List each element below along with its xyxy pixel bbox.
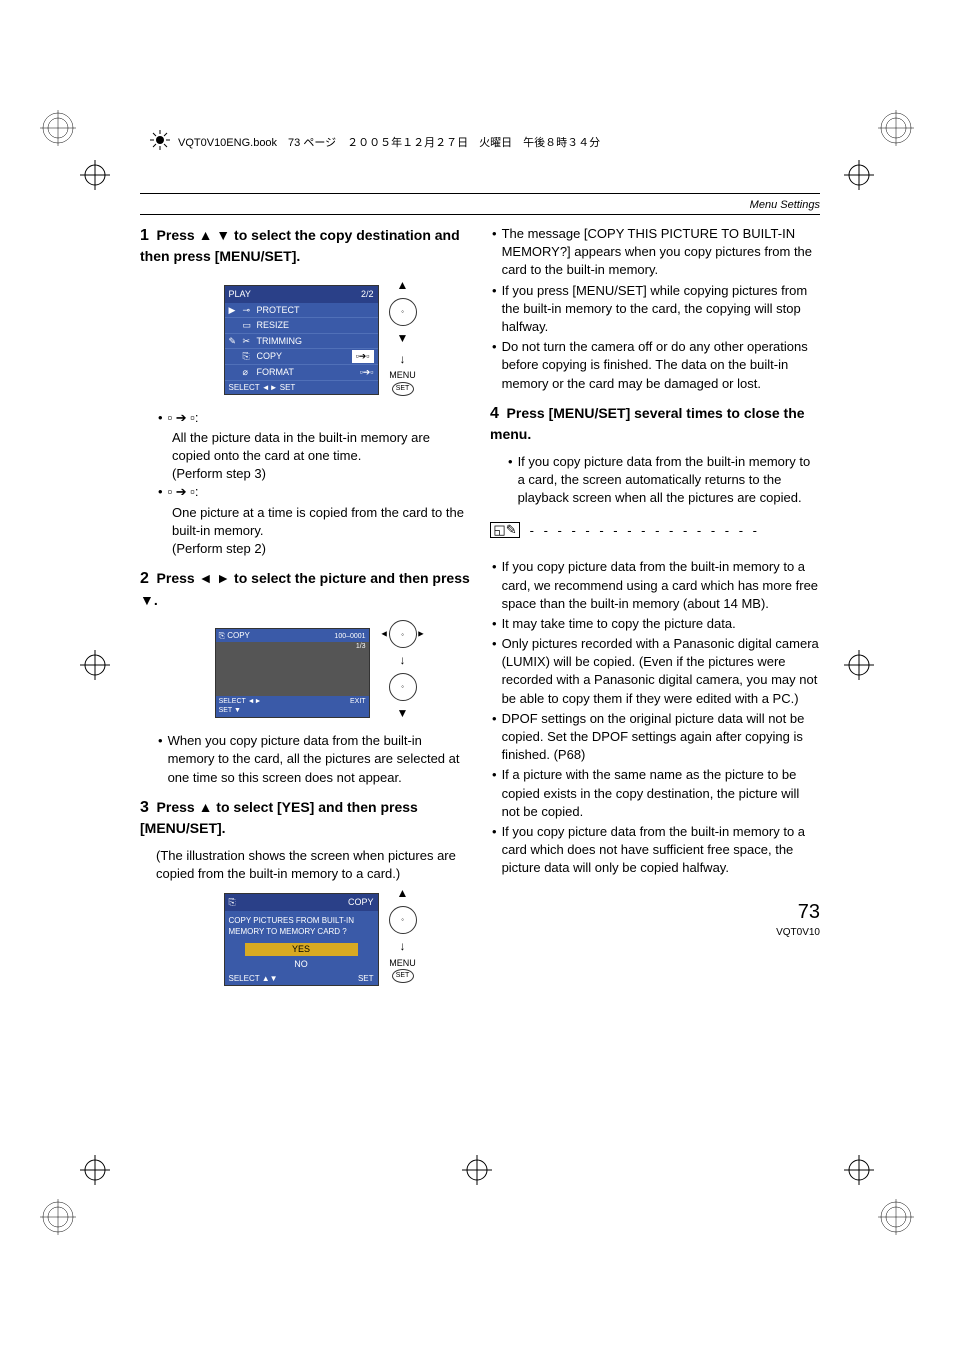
- meta-line: 1/3: [334, 642, 365, 652]
- header-text: VQT0V10ENG.book 73 ページ ２００５年１２月２７日 火曜日 午…: [178, 134, 600, 150]
- menu-item: FORMAT: [257, 366, 294, 379]
- step-title: Press ◄ ► to select the picture and then…: [140, 570, 470, 607]
- dpad-icon: ◦: [389, 673, 417, 701]
- bullet-text: (Perform step 3): [172, 465, 470, 483]
- menu-footer: SELECT ◄► SET: [229, 382, 296, 393]
- dpad-icon: ◦: [389, 298, 417, 326]
- meta-line: 100–0001: [334, 632, 365, 642]
- footer-text: SET: [358, 973, 374, 984]
- bullet-text: DPOF settings on the original picture da…: [502, 710, 820, 765]
- step-number: 1: [140, 227, 149, 244]
- crosshair-icon: [462, 1155, 492, 1188]
- arrow-down-icon: ▼: [397, 330, 409, 347]
- dpad-icon: ◦: [389, 906, 417, 934]
- confirm-message: COPY PICTURES FROM BUILT-IN MEMORY TO ME…: [225, 911, 378, 941]
- arrow-down-icon: ↓: [400, 652, 406, 669]
- confirm-screen: ⎘ COPY COPY PICTURES FROM BUILT-IN MEMOR…: [224, 893, 379, 986]
- bullet-text: If you copy picture data from the built-…: [502, 558, 820, 613]
- confirm-header: COPY: [348, 896, 374, 909]
- bullet-text: If you copy picture data from the built-…: [502, 823, 820, 878]
- menu-item: TRIMMING: [257, 335, 303, 348]
- menu-item: PROTECT: [257, 304, 300, 317]
- bullet-text: When you copy picture data from the buil…: [168, 732, 470, 787]
- right-column: •The message [COPY THIS PICTURE TO BUILT…: [490, 225, 820, 996]
- bullet-text: One picture at a time is copied from the…: [172, 504, 470, 540]
- page-number: 73 VQT0V10: [490, 898, 820, 940]
- divider: [140, 193, 820, 194]
- dpad-column: ▲ ◦ ↓ MENU SET: [389, 883, 417, 983]
- no-option: NO: [245, 958, 358, 971]
- bullet-text: (Perform step 2): [172, 540, 470, 558]
- step-subtext: (The illustration shows the screen when …: [156, 847, 470, 883]
- copy-preview-screen: ⎘ COPY 100–0001 1/3 SELECT ◄►SET ▼ EXIT: [215, 628, 370, 718]
- step-4: 4 Press [MENU/SET] several times to clos…: [490, 403, 820, 445]
- bullet-text: Only pictures recorded with a Panasonic …: [502, 635, 820, 708]
- step-number: 4: [490, 405, 499, 422]
- arrow-up-icon: ▲: [397, 277, 409, 294]
- bullet: •▫ ➔ ▫:: [158, 409, 470, 427]
- arrow-left-icon: ◄◦►: [380, 618, 426, 650]
- crosshair-icon: [844, 1155, 874, 1188]
- step-1: 1 Press ▲ ▼ to select the copy destinati…: [140, 225, 470, 267]
- bullet-text: It may take time to copy the picture dat…: [502, 615, 736, 633]
- bullet: •▫ ➔ ▫:: [158, 483, 470, 501]
- note-icon: ◱✎: [490, 522, 520, 538]
- set-button-icon: SET: [392, 382, 414, 396]
- yes-option: YES: [245, 943, 358, 956]
- registration-mark-icon: [40, 1199, 76, 1238]
- step-3: 3 Press ▲ to select [YES] and then press…: [140, 797, 470, 839]
- step-2: 2 Press ◄ ► to select the picture and th…: [140, 568, 470, 610]
- page-num-code: VQT0V10: [490, 926, 820, 940]
- book-header: VQT0V10ENG.book 73 ページ ２００５年１２月２７日 火曜日 午…: [140, 130, 820, 163]
- crosshair-icon: [844, 160, 874, 193]
- footer-text: SELECT ▲▼: [229, 973, 278, 984]
- footer-text: EXIT: [350, 697, 366, 717]
- bullet-text: The message [COPY THIS PICTURE TO BUILT-…: [502, 225, 820, 280]
- step-title: Press ▲ to select [YES] and then press […: [140, 799, 418, 836]
- step-number: 3: [140, 799, 149, 816]
- dpad-column: ◄◦► ↓ ◦ ▼: [380, 618, 426, 724]
- menu-header-right: 2/2: [361, 288, 374, 301]
- registration-mark-icon: [40, 110, 76, 149]
- arrow-down-icon: ▼: [397, 705, 409, 722]
- crosshair-icon: [80, 1155, 110, 1188]
- bullet-text: All the picture data in the built-in mem…: [172, 429, 470, 465]
- arrow-down-icon: ↓: [400, 938, 406, 955]
- dpad-column: ▲ ◦ ▼ ↓ MENU SET: [389, 275, 417, 396]
- divider: [140, 214, 820, 215]
- step-title: Press [MENU/SET] several times to close …: [490, 405, 805, 442]
- bullet: •When you copy picture data from the bui…: [158, 732, 470, 787]
- step-number: 2: [140, 570, 149, 587]
- copy-label: COPY: [227, 631, 250, 640]
- menu-label: MENU: [389, 957, 416, 970]
- crosshair-icon: [844, 650, 874, 683]
- menu-item: RESIZE: [257, 319, 290, 332]
- footer-text: SELECT ◄►: [219, 698, 262, 705]
- footer-text: SET ▼: [219, 707, 241, 714]
- divider-dashes: - - - - - - - - - - - - - - - - -: [530, 522, 760, 540]
- menu-item: COPY: [257, 350, 283, 363]
- left-column: 1 Press ▲ ▼ to select the copy destinati…: [140, 225, 470, 996]
- play-menu-screen: PLAY 2/2 ▶⊸PROTECT ▭RESIZE ✎✂TRIMMING ⎘C…: [224, 285, 379, 395]
- arrow-up-icon: ▲: [397, 885, 409, 902]
- page-num-big: 73: [490, 898, 820, 926]
- registration-mark-icon: [878, 110, 914, 149]
- step-title: Press ▲ ▼ to select the copy destination…: [140, 227, 460, 264]
- bullet-text: Do not turn the camera off or do any oth…: [502, 338, 820, 393]
- sunburst-icon: [150, 130, 170, 153]
- bullet-text: If a picture with the same name as the p…: [502, 766, 820, 821]
- menu-header-left: PLAY: [229, 288, 251, 301]
- set-button-icon: SET: [392, 969, 414, 983]
- menu-label: MENU: [389, 369, 416, 382]
- bullet-text: If you press [MENU/SET] while copying pi…: [502, 282, 820, 337]
- crosshair-icon: [80, 650, 110, 683]
- arrow-down-icon: ↓: [400, 351, 406, 368]
- bullet-text: If you copy picture data from the built-…: [518, 453, 820, 508]
- crosshair-icon: [80, 160, 110, 193]
- section-title: Menu Settings: [140, 199, 820, 211]
- registration-mark-icon: [878, 1199, 914, 1238]
